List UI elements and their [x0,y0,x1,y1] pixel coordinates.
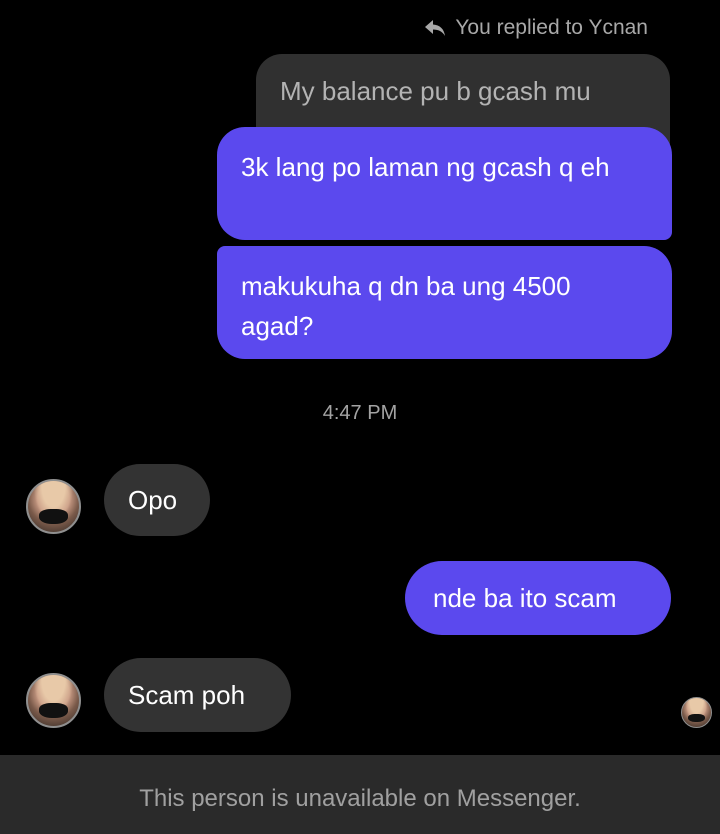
outgoing-message[interactable]: 3k lang po laman ng gcash q eh [217,127,672,240]
message-timestamp: 4:47 PM [322,402,398,424]
message-text: Opo [128,485,178,515]
contact-avatar[interactable] [26,673,81,728]
message-text: makukuha q dn ba ung 4500 agad? [241,271,571,341]
outgoing-message[interactable]: makukuha q dn ba ung 4500 agad? [217,246,672,359]
message-text: Scam poh [128,680,246,710]
reply-header: You replied to Ycnan [423,16,648,40]
message-text: 3k lang po laman ng gcash q eh [241,152,610,182]
incoming-message[interactable]: Opo [104,464,210,536]
outgoing-message[interactable]: nde ba ito scam [405,561,671,635]
incoming-message[interactable]: Scam poh [104,658,291,732]
reply-header-text: You replied to Ycnan [455,16,648,39]
contact-avatar[interactable] [26,479,81,534]
message-text: nde ba ito scam [433,583,617,613]
unavailable-notice-text: This person is unavailable on Messenger. [139,785,581,812]
unavailable-notice: This person is unavailable on Messenger. [0,755,720,834]
reply-arrow-icon [425,20,446,36]
quoted-message-text: My balance pu b gcash mu [280,76,591,106]
seen-receipt-avatar [681,697,712,728]
